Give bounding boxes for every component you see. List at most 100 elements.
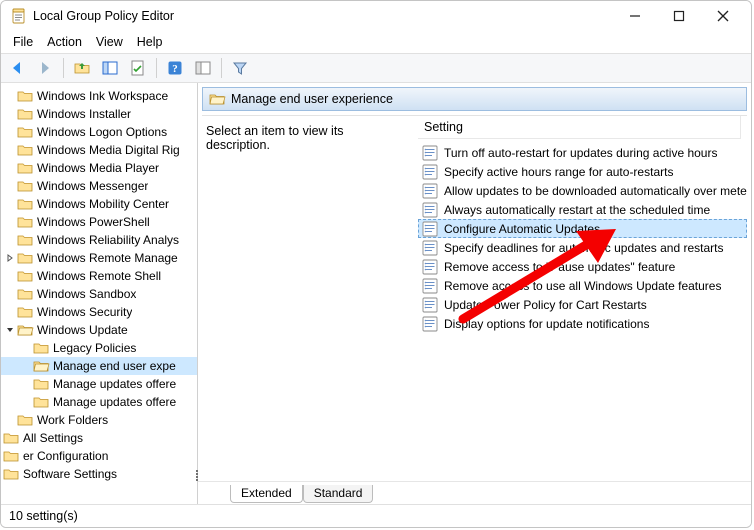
folder-icon bbox=[17, 160, 33, 176]
folder-icon bbox=[17, 88, 33, 104]
tree-item-label: Windows Update bbox=[37, 323, 128, 337]
content-body: Windows Ink Workspace Windows Installer Wi… bbox=[1, 83, 751, 504]
tree-item[interactable]: Work Folders bbox=[1, 411, 197, 429]
tree-item-label: Windows Reliability Analys bbox=[37, 233, 179, 247]
list-item[interactable]: Remove access to "Pause updates" feature bbox=[418, 257, 747, 276]
maximize-button[interactable] bbox=[657, 2, 701, 30]
detail-header: Manage end user experience bbox=[202, 87, 747, 111]
tree-item-label: Work Folders bbox=[37, 413, 108, 427]
tab-standard[interactable]: Standard bbox=[303, 485, 374, 503]
column-header-setting[interactable]: Setting bbox=[418, 116, 741, 139]
tree-item[interactable]: Windows Mobility Center bbox=[1, 195, 197, 213]
menubar: File Action View Help bbox=[1, 31, 751, 53]
list-item-label: Display options for update notifications bbox=[444, 317, 649, 331]
tree-item[interactable]: Windows Remote Shell bbox=[1, 267, 197, 285]
titlebar: Local Group Policy Editor bbox=[1, 1, 751, 31]
tree-item-label: Manage updates offere bbox=[53, 377, 176, 391]
list-item[interactable]: Always automatically restart at the sche… bbox=[418, 200, 747, 219]
description-text: Select an item to view its description. bbox=[206, 124, 344, 152]
tab-extended[interactable]: Extended bbox=[230, 485, 303, 503]
tree-item[interactable]: Manage updates offere bbox=[1, 393, 197, 411]
toolbar-separator bbox=[221, 58, 222, 78]
tree-item[interactable]: Windows Ink Workspace bbox=[1, 87, 197, 105]
tree-item-label: Windows Security bbox=[37, 305, 132, 319]
tree-item[interactable]: er Configuration bbox=[1, 447, 197, 465]
folder-icon bbox=[17, 196, 33, 212]
list-item[interactable]: Turn off auto-restart for updates during… bbox=[418, 143, 747, 162]
folder-open-icon bbox=[17, 322, 33, 338]
folder-open-icon bbox=[33, 358, 49, 374]
tree-item[interactable]: Windows Installer bbox=[1, 105, 197, 123]
menu-action[interactable]: Action bbox=[41, 33, 88, 51]
close-button[interactable] bbox=[701, 2, 745, 30]
folder-icon bbox=[17, 304, 33, 320]
chevron-right-icon[interactable] bbox=[3, 254, 17, 262]
svg-text:?: ? bbox=[172, 63, 178, 75]
status-text: 10 setting(s) bbox=[9, 509, 78, 523]
app-window: Local Group Policy Editor File Action Vi… bbox=[0, 0, 752, 528]
properties-button[interactable] bbox=[126, 56, 150, 80]
list-item[interactable]: Specify active hours range for auto-rest… bbox=[418, 162, 747, 181]
list-item-label: Allow updates to be downloaded automatic… bbox=[444, 184, 747, 198]
detail-pane: Manage end user experience Select an ite… bbox=[198, 83, 751, 504]
tree-item-label: Windows Logon Options bbox=[37, 125, 167, 139]
tree-item[interactable]: Windows Remote Manage bbox=[1, 249, 197, 267]
tree-item[interactable]: Windows Reliability Analys bbox=[1, 231, 197, 249]
tree-item[interactable]: Windows Messenger bbox=[1, 177, 197, 195]
menu-view[interactable]: View bbox=[90, 33, 129, 51]
tree-item-label: Windows Remote Shell bbox=[37, 269, 161, 283]
tree-item[interactable]: Windows Security bbox=[1, 303, 197, 321]
menu-help[interactable]: Help bbox=[131, 33, 169, 51]
folder-icon bbox=[17, 214, 33, 230]
list-item-label: Always automatically restart at the sche… bbox=[444, 203, 710, 217]
minimize-button[interactable] bbox=[613, 2, 657, 30]
folder-icon bbox=[33, 376, 49, 392]
list-item[interactable]: Update Power Policy for Cart Restarts bbox=[418, 295, 747, 314]
policy-setting-icon bbox=[422, 221, 438, 237]
detail-header-title: Manage end user experience bbox=[231, 92, 393, 106]
tree-item-label: Windows Mobility Center bbox=[37, 197, 169, 211]
tree-item[interactable]: Software Settings bbox=[1, 465, 197, 483]
tree-item[interactable]: Manage end user expe bbox=[1, 357, 197, 375]
filter-button[interactable] bbox=[228, 56, 252, 80]
forward-button[interactable] bbox=[33, 56, 57, 80]
folder-icon bbox=[33, 340, 49, 356]
list-item[interactable]: Remove access to use all Windows Update … bbox=[418, 276, 747, 295]
tree-item-label: Manage end user expe bbox=[53, 359, 176, 373]
list-item[interactable]: Allow updates to be downloaded automatic… bbox=[418, 181, 747, 200]
policy-setting-icon bbox=[422, 316, 438, 332]
up-button[interactable] bbox=[70, 56, 94, 80]
tree-item[interactable]: Windows PowerShell bbox=[1, 213, 197, 231]
tree-item-label: Windows Media Digital Rig bbox=[37, 143, 180, 157]
show-hide-tree-button[interactable] bbox=[98, 56, 122, 80]
list-item[interactable]: Specify deadlines for automatic updates … bbox=[418, 238, 747, 257]
tree-item-label: Windows Messenger bbox=[37, 179, 148, 193]
tree-item-label: Windows Sandbox bbox=[37, 287, 136, 301]
tree-item[interactable]: Windows Update bbox=[1, 321, 197, 339]
back-button[interactable] bbox=[5, 56, 29, 80]
help-button[interactable]: ? bbox=[163, 56, 187, 80]
tree-item-label: Windows Installer bbox=[37, 107, 131, 121]
tree-item[interactable]: Windows Sandbox bbox=[1, 285, 197, 303]
tree-item[interactable]: Windows Media Digital Rig bbox=[1, 141, 197, 159]
tree-item-label: Manage updates offere bbox=[53, 395, 176, 409]
tree-item-label: Windows Media Player bbox=[37, 161, 159, 175]
tree-item[interactable]: Windows Logon Options bbox=[1, 123, 197, 141]
list-item[interactable]: Configure Automatic Updates bbox=[418, 219, 747, 238]
folder-icon bbox=[17, 142, 33, 158]
tree-item[interactable]: Windows Media Player bbox=[1, 159, 197, 177]
folder-icon bbox=[17, 232, 33, 248]
policy-setting-icon bbox=[422, 259, 438, 275]
tree-item[interactable]: Manage updates offere bbox=[1, 375, 197, 393]
list-item[interactable]: Display options for update notifications bbox=[418, 314, 747, 333]
chevron-down-icon[interactable] bbox=[3, 326, 17, 334]
list-item-label: Specify deadlines for automatic updates … bbox=[444, 241, 724, 255]
policy-setting-icon bbox=[422, 297, 438, 313]
tree-item[interactable]: All Settings bbox=[1, 429, 197, 447]
folder-icon bbox=[17, 178, 33, 194]
tree-item[interactable]: Legacy Policies bbox=[1, 339, 197, 357]
menu-file[interactable]: File bbox=[7, 33, 39, 51]
list-item-label: Remove access to "Pause updates" feature bbox=[444, 260, 675, 274]
tree-item-label: Windows PowerShell bbox=[37, 215, 150, 229]
options-button[interactable] bbox=[191, 56, 215, 80]
